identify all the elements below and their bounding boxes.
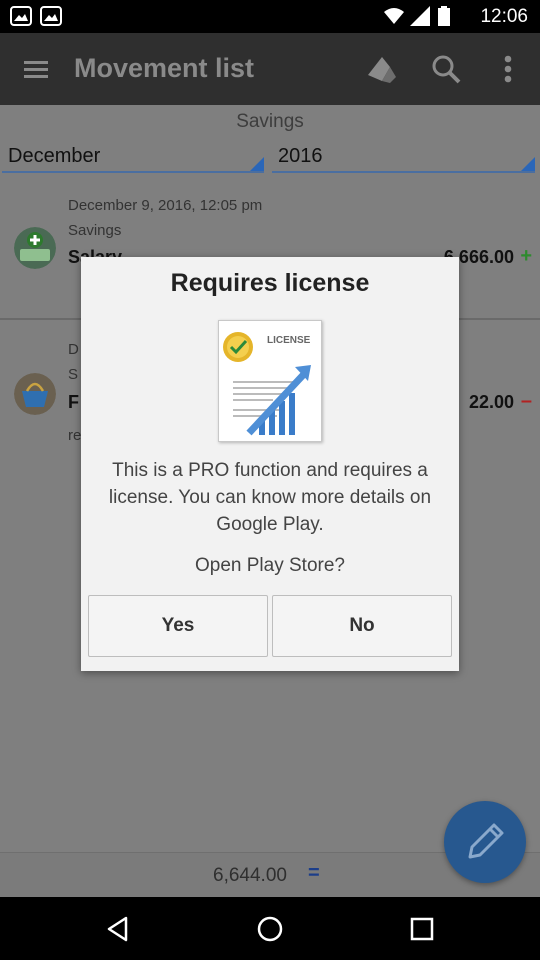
- dialog-message: This is a PRO function and requires a li…: [108, 460, 432, 535]
- license-certificate-image: LICENSE: [218, 320, 322, 442]
- income-icon: [14, 227, 56, 269]
- app-toolbar: Movement list: [0, 33, 540, 105]
- search-icon[interactable]: [428, 51, 464, 87]
- accounts-icon[interactable]: [364, 51, 400, 87]
- movement-date: D: [68, 341, 79, 358]
- status-bar: 12:06: [0, 0, 540, 33]
- dropdown-indicator-icon: [250, 157, 264, 171]
- dialog-question: Open Play Store?: [195, 555, 345, 576]
- edit-pencil-icon: [468, 823, 504, 859]
- image-notification-icon: [10, 6, 32, 26]
- year-selector[interactable]: 2016: [272, 145, 535, 173]
- overflow-menu-icon[interactable]: [490, 51, 526, 87]
- movement-account: Savings: [68, 222, 122, 239]
- movement-account: S: [68, 366, 79, 383]
- income-sign: +: [520, 245, 532, 267]
- movement-title: F: [68, 392, 79, 412]
- recent-apps-icon[interactable]: [408, 915, 436, 943]
- home-icon[interactable]: [256, 915, 284, 943]
- license-certificate-icon: LICENSE: [223, 332, 311, 436]
- signal-icon: [410, 6, 430, 26]
- requires-license-dialog: Requires license LICENSE This is a PRO f…: [81, 257, 459, 671]
- no-button[interactable]: No: [272, 595, 452, 657]
- movement-date: December 9, 2016, 12:05 pm: [68, 197, 263, 214]
- equals-symbol: =: [308, 862, 320, 884]
- expense-sign: –: [520, 390, 532, 412]
- shopping-basket-icon: [14, 373, 56, 415]
- total-balance: 6,644.00: [213, 865, 287, 886]
- movement-amount: 22.00: [468, 392, 514, 412]
- dropdown-indicator-icon: [521, 157, 535, 171]
- movement-note: re: [68, 427, 82, 444]
- month-value: December: [8, 145, 101, 167]
- license-image-label: LICENSE: [267, 335, 311, 346]
- battery-icon: [438, 6, 450, 26]
- back-icon[interactable]: [104, 915, 132, 943]
- new-movement-button[interactable]: [444, 801, 526, 883]
- system-navigation-bar: [0, 897, 540, 960]
- dialog-title: Requires license: [170, 269, 370, 297]
- image-notification-icon: [40, 6, 62, 26]
- menu-icon[interactable]: [18, 51, 54, 87]
- page-title: Movement list: [74, 53, 255, 83]
- clock: 12:06: [480, 6, 528, 27]
- year-value: 2016: [278, 145, 323, 167]
- yes-button[interactable]: Yes: [88, 595, 268, 657]
- month-selector[interactable]: December: [2, 145, 264, 173]
- wifi-icon: [384, 8, 404, 24]
- account-name[interactable]: Savings: [0, 111, 540, 133]
